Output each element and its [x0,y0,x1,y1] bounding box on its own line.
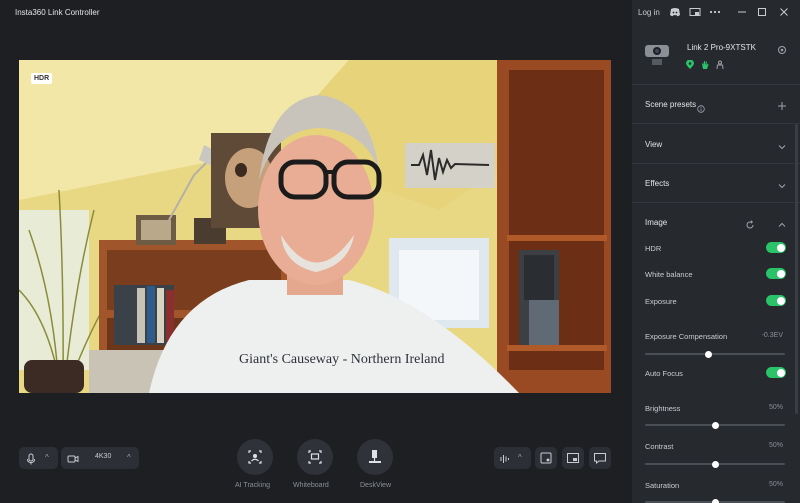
audio-waveform-icon[interactable] [499,452,511,464]
white-balance-label: White balance [645,270,693,279]
chat-icon [594,453,606,465]
picture-in-picture-icon[interactable] [689,6,701,18]
chevron-up-icon[interactable]: ^ [518,453,522,462]
frame-settings-button[interactable] [535,447,557,469]
video-camera-icon[interactable] [67,452,79,464]
auto-focus-toggle[interactable] [766,367,786,378]
resolution-label[interactable]: 4K30 [95,453,111,460]
more-icon[interactable] [709,6,721,18]
minimize-icon[interactable] [736,6,748,18]
device-settings-icon[interactable] [777,42,787,60]
chevron-down-icon[interactable] [777,178,787,196]
add-preset-icon[interactable] [777,98,787,116]
window-controls: Log in [632,0,800,26]
brightness-slider[interactable] [645,421,785,429]
saturation-value: 50% [768,481,783,488]
contrast-label: Contrast [645,442,674,451]
chevron-up-icon[interactable]: ^ [45,453,49,462]
microphone-icon[interactable] [25,452,37,465]
chat-button[interactable] [589,447,611,469]
camera-feed-image: Giant's Causeway - Northern Ireland [19,60,611,393]
exposure-label: Exposure [645,297,677,306]
exposure-compensation-label: Exposure Compensation [645,332,728,341]
camera-preview[interactable]: Giant's Causeway - Northern Ireland HDR [19,60,611,393]
effects-header[interactable]: Effects [645,179,669,188]
slider-thumb[interactable] [711,421,719,429]
ai-tracking-button[interactable] [237,439,273,475]
close-icon[interactable] [778,6,790,18]
saturation-label: Saturation [645,481,680,490]
scene-presets-header[interactable]: Scene presets [645,100,696,109]
frame-icon [540,452,552,464]
contrast-value: 50% [768,442,783,449]
person-tracking-icon [716,57,724,75]
device-card: Link 2 Pro-9XTSTK [632,26,800,84]
slider-thumb[interactable] [711,460,719,468]
ai-tracking-label: AI Tracking [235,482,271,489]
gesture-hand-icon [701,57,709,75]
reset-icon[interactable] [745,217,755,235]
app-title: Insta360 Link Controller [15,8,100,17]
discord-icon[interactable] [669,6,681,18]
exposure-toggle[interactable] [766,295,786,306]
auto-focus-label: Auto Focus [645,369,683,378]
whiteboard-button[interactable] [297,439,333,475]
webcam-icon [644,41,672,72]
deskview-label: DeskView [360,482,391,489]
login-link[interactable]: Log in [638,8,660,17]
chevron-up-icon[interactable]: ^ [127,453,131,462]
divider [632,202,800,203]
deskview-button[interactable] [357,439,393,475]
chevron-up-icon[interactable] [777,217,787,235]
contrast-slider[interactable] [645,460,785,468]
settings-sidebar: Link 2 Pro-9XTSTK Scene presets View Eff… [632,26,800,503]
divider [632,84,800,85]
whiteboard-label: Whiteboard [293,482,329,489]
title-bar: Insta360 Link Controller [0,0,632,26]
divider [632,163,800,164]
slider-thumb[interactable] [711,498,719,503]
hdr-toggle[interactable] [766,242,786,253]
slider-thumb[interactable] [704,350,712,358]
device-name: Link 2 Pro-9XTSTK [687,43,756,52]
maximize-icon[interactable] [756,6,768,18]
chevron-down-icon[interactable] [777,139,787,157]
brightness-label: Brightness [645,404,681,413]
pip-button[interactable] [562,447,584,469]
exposure-compensation-slider[interactable] [645,350,785,358]
hdr-label: HDR [645,244,662,253]
ai-tracking-icon [248,450,262,464]
image-header[interactable]: Image [645,218,667,227]
view-header[interactable]: View [645,140,662,149]
camera-control[interactable]: 4K30 ^ [61,447,139,469]
divider [632,123,800,124]
audio-settings-control[interactable]: ^ [494,447,531,469]
brightness-value: 50% [768,404,783,411]
picture-in-picture-icon [567,453,579,463]
sidebar-scrollbar[interactable] [795,124,798,414]
deskview-icon [369,450,381,463]
info-icon[interactable] [697,100,705,118]
hdr-badge: HDR [31,73,53,84]
exposure-compensation-value: -0.3EV [761,332,783,339]
location-icon [686,57,694,75]
white-balance-toggle[interactable] [766,268,786,279]
svg-text:Giant's Causeway - Northern Ir: Giant's Causeway - Northern Ireland [239,352,444,367]
microphone-control[interactable]: ^ [19,447,58,469]
whiteboard-icon [308,450,322,464]
